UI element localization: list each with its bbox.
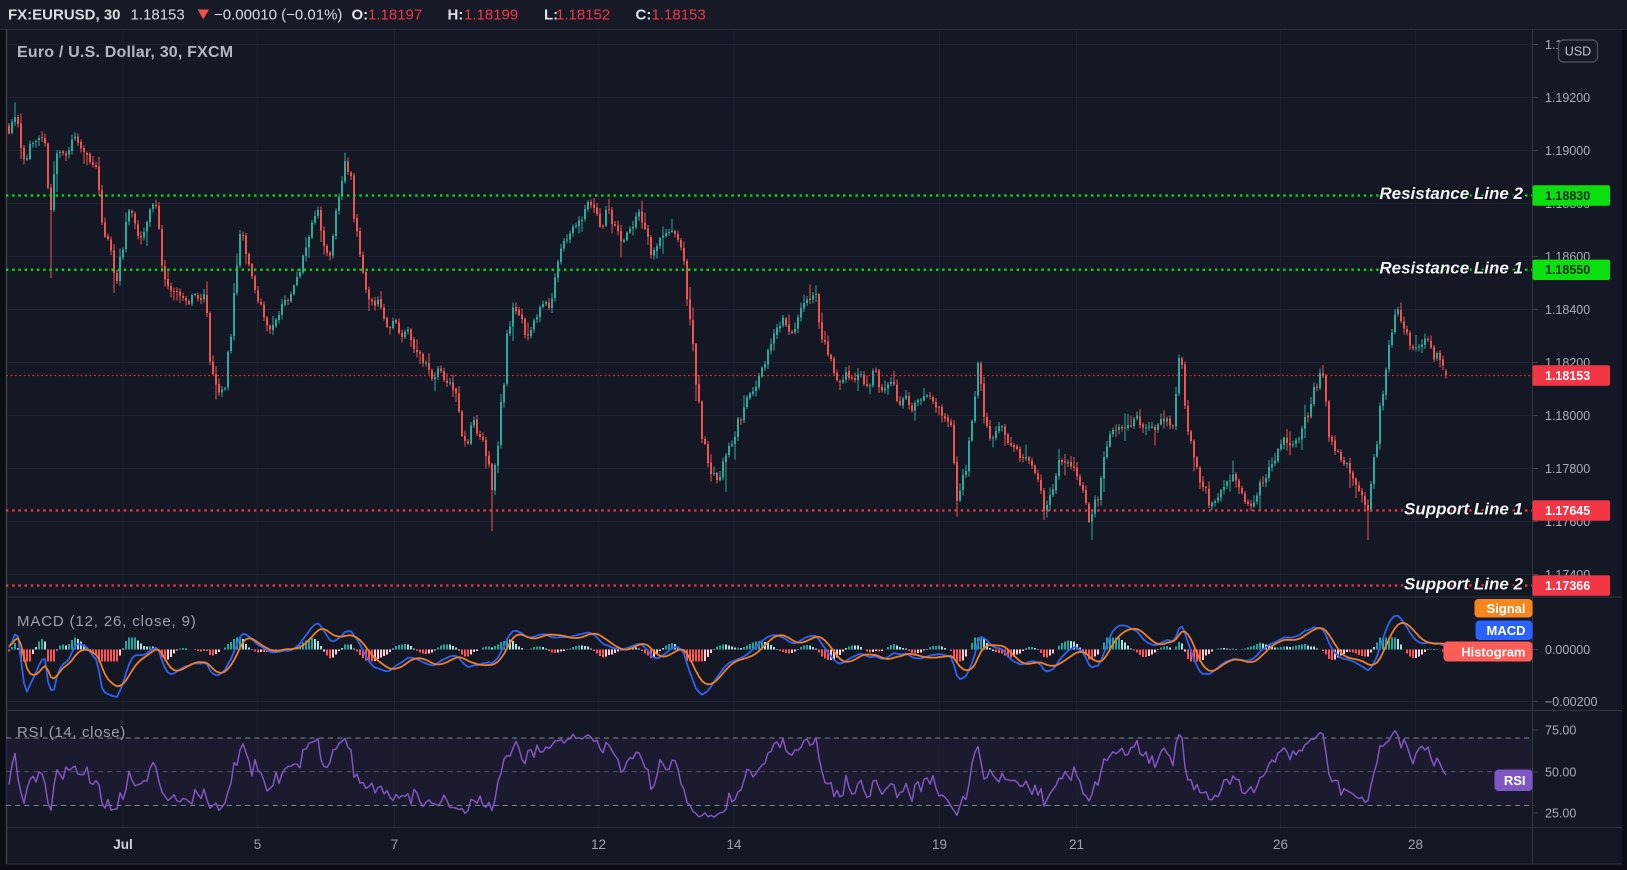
svg-text:1.17366: 1.17366 [1545, 579, 1590, 593]
svg-text:USD: USD [1565, 45, 1591, 59]
svg-text:75.00: 75.00 [1545, 723, 1576, 737]
svg-text:1.18199: 1.18199 [464, 7, 518, 24]
svg-text:1.17645: 1.17645 [1545, 504, 1590, 518]
svg-text:Resistance Line 1: Resistance Line 1 [1379, 259, 1523, 278]
svg-text:14: 14 [726, 837, 742, 852]
svg-text:1.19000: 1.19000 [1545, 144, 1590, 158]
svg-text:50.00: 50.00 [1545, 765, 1576, 779]
svg-text:C:: C: [636, 7, 652, 24]
svg-text:Euro / U.S. Dollar, 30, FXCM: Euro / U.S. Dollar, 30, FXCM [17, 44, 233, 61]
svg-text:Jul: Jul [113, 837, 133, 852]
svg-text:1.18152: 1.18152 [556, 7, 610, 24]
svg-text:Support Line 1: Support Line 1 [1404, 500, 1523, 519]
svg-text:19: 19 [932, 837, 947, 852]
svg-text:MACD (12, 26, close, 9): MACD (12, 26, close, 9) [17, 613, 197, 630]
svg-text:1.19200: 1.19200 [1545, 91, 1590, 105]
svg-text:MACD: MACD [1487, 623, 1526, 638]
svg-text:RSI: RSI [1504, 773, 1526, 788]
svg-text:26: 26 [1273, 837, 1288, 852]
svg-text:1.18830: 1.18830 [1545, 189, 1590, 203]
svg-text:7: 7 [391, 837, 399, 852]
svg-text:H:: H: [448, 7, 464, 24]
svg-text:28: 28 [1408, 837, 1423, 852]
svg-text:Resistance Line 2: Resistance Line 2 [1379, 184, 1523, 203]
svg-text:1.18153: 1.18153 [1545, 369, 1590, 383]
svg-text:5: 5 [254, 837, 262, 852]
svg-text:1.18400: 1.18400 [1545, 303, 1590, 317]
svg-text:FX:EURUSD, 30: FX:EURUSD, 30 [8, 7, 121, 24]
svg-text:−0.00200: −0.00200 [1545, 695, 1598, 709]
svg-text:0.00000: 0.00000 [1545, 643, 1590, 657]
svg-text:1.18197: 1.18197 [368, 7, 422, 24]
svg-text:21: 21 [1069, 837, 1084, 852]
svg-text:−0.00010 (−0.01%): −0.00010 (−0.01%) [214, 7, 342, 24]
svg-text:O:: O: [352, 7, 369, 24]
svg-text:Support Line 2: Support Line 2 [1404, 575, 1524, 594]
svg-text:1.17800: 1.17800 [1545, 462, 1590, 476]
svg-text:1.18550: 1.18550 [1545, 263, 1590, 277]
svg-text:1.18000: 1.18000 [1545, 409, 1590, 423]
svg-text:RSI (14, close): RSI (14, close) [17, 724, 126, 741]
svg-text:Histogram: Histogram [1461, 644, 1525, 659]
svg-text:12: 12 [591, 837, 606, 852]
svg-text:Signal: Signal [1486, 601, 1525, 616]
svg-text:1.18153: 1.18153 [652, 7, 706, 24]
svg-text:1.18153: 1.18153 [131, 7, 185, 24]
svg-text:25.00: 25.00 [1545, 806, 1576, 820]
